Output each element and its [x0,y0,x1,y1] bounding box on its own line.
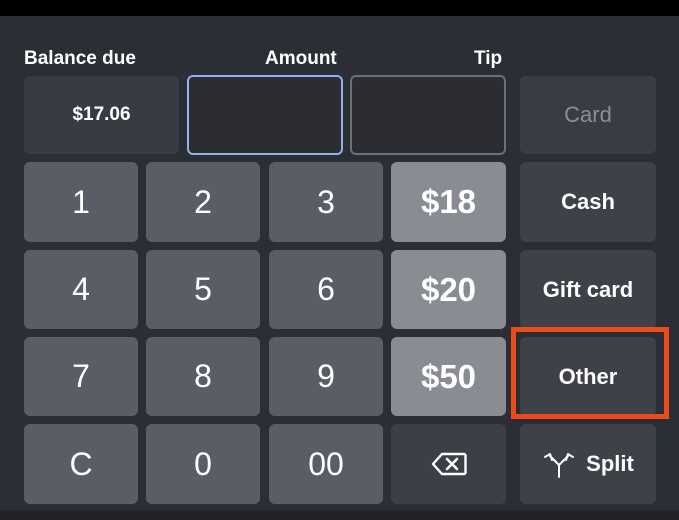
key-7[interactable]: 7 [24,337,138,416]
key-9[interactable]: 9 [269,337,383,416]
split-label: Split [586,451,634,476]
amount-label: Amount [265,48,337,69]
quick-amount-18[interactable]: $18 [391,162,506,242]
balance-due-label: Balance due [24,48,136,69]
key-3[interactable]: 3 [269,162,383,242]
backspace-button[interactable] [391,424,506,504]
key-00[interactable]: 00 [269,424,383,504]
clear-key[interactable]: C [24,424,138,504]
key-2[interactable]: 2 [146,162,260,242]
split-arrows-icon [542,450,576,478]
amount-input[interactable] [187,75,343,155]
balance-due-value: $17.06 [24,76,179,154]
key-5[interactable]: 5 [146,250,260,329]
backspace-icon [431,452,467,476]
cash-button[interactable]: Cash [520,162,656,242]
key-4[interactable]: 4 [24,250,138,329]
bottom-strip [0,510,679,520]
key-1[interactable]: 1 [24,162,138,242]
key-0[interactable]: 0 [146,424,260,504]
selection-highlight [511,327,669,419]
key-6[interactable]: 6 [269,250,383,329]
gift-card-button[interactable]: Gift card [520,250,656,329]
quick-amount-50[interactable]: $50 [391,337,506,416]
split-button[interactable]: Split [520,424,656,504]
card-button[interactable]: Card [520,76,656,154]
tip-label: Tip [474,48,503,69]
tip-input[interactable] [350,75,506,155]
key-8[interactable]: 8 [146,337,260,416]
quick-amount-20[interactable]: $20 [391,250,506,329]
